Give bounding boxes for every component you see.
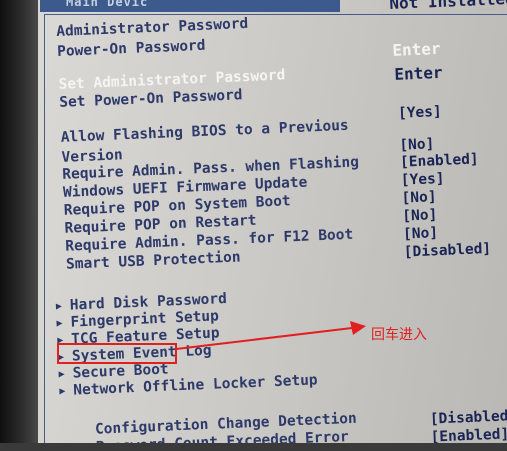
monitor-bezel: [0, 0, 38, 451]
annotation-label: 回车进入: [371, 327, 427, 343]
pointer-arrow-icon: [175, 321, 366, 350]
monitor-bezel-bottom: [0, 443, 507, 451]
bios-screen: Main Devic Administrator Password Not In…: [0, 0, 507, 451]
